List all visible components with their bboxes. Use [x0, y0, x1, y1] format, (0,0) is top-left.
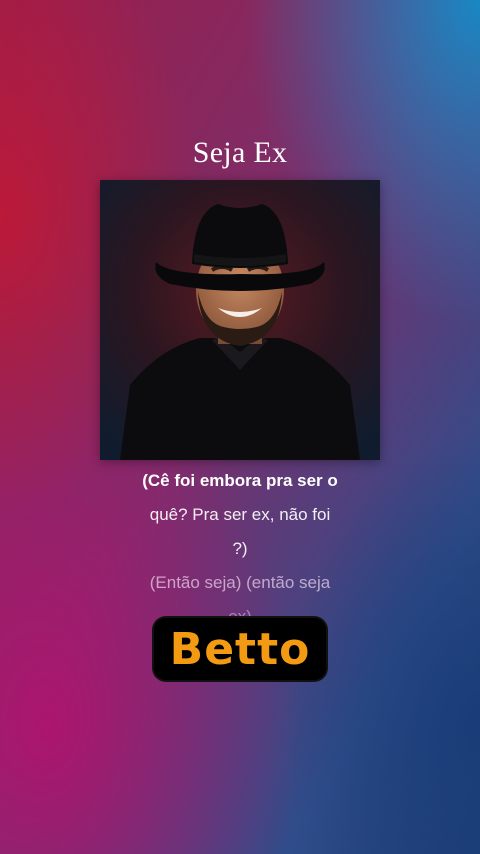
artist-logo: Betto: [154, 618, 326, 680]
lyrics-panel: (Cê foi embora pra ser o quê? Pra ser ex…: [120, 464, 360, 634]
lyric-line: (Então seja) (então seja: [149, 573, 331, 592]
album-cover: [100, 180, 380, 460]
lyric-line-active: (Cê foi embora pra ser o: [142, 471, 338, 490]
lyric-line: quê? Pra ser ex, não foi: [149, 505, 331, 524]
song-title: Seja Ex: [192, 136, 288, 169]
lyric-line: ?): [232, 539, 248, 558]
artist-logo-text: Betto: [169, 623, 311, 675]
artist-portrait-image: [100, 180, 380, 460]
